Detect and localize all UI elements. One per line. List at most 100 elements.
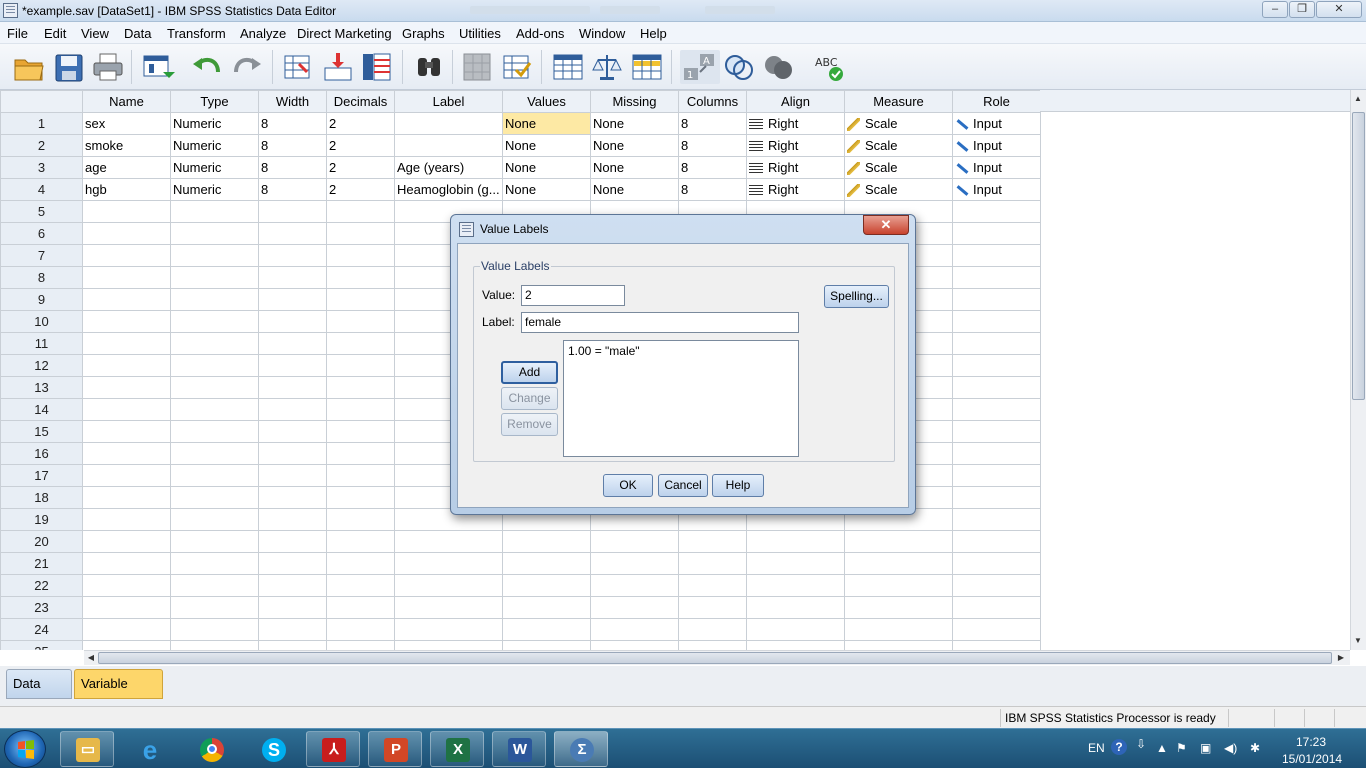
empty-cell[interactable] [258,574,327,597]
empty-cell[interactable] [590,530,679,553]
cell-values[interactable]: None [502,156,591,179]
empty-cell[interactable] [590,618,679,641]
split-file-icon[interactable] [551,50,585,84]
empty-cell[interactable] [502,574,591,597]
print-icon[interactable] [91,50,125,84]
menu-transform[interactable]: Transform [167,26,226,41]
menu-graphs[interactable]: Graphs [402,26,445,41]
empty-cell[interactable] [746,574,845,597]
variables-icon[interactable] [360,50,394,84]
empty-cell[interactable] [844,574,953,597]
empty-cell[interactable] [678,574,747,597]
horizontal-scroll-thumb[interactable] [98,652,1332,664]
row-number[interactable]: 14 [0,398,83,421]
taskbar-powerpoint[interactable]: P [368,731,422,767]
empty-cell[interactable] [394,618,503,641]
cell-width[interactable]: 8 [258,178,327,201]
empty-cell[interactable] [952,574,1041,597]
empty-cell[interactable] [258,332,327,355]
empty-cell[interactable] [952,376,1041,399]
help-button[interactable]: Help [712,474,764,497]
empty-cell[interactable] [952,420,1041,443]
empty-cell[interactable] [502,618,591,641]
empty-cell[interactable] [258,376,327,399]
empty-cell[interactable] [82,420,171,443]
column-header-decimals[interactable]: Decimals [326,90,395,113]
empty-cell[interactable] [82,288,171,311]
cell-type[interactable]: Numeric [170,112,259,135]
empty-cell[interactable] [502,530,591,553]
show-hidden-icons-icon[interactable]: ▲ [1156,741,1168,768]
empty-cell[interactable] [844,530,953,553]
cell-align[interactable]: Right [746,178,845,201]
cell-columns[interactable]: 8 [678,156,747,179]
empty-cell[interactable] [502,552,591,575]
taskbar-internet-explorer[interactable]: e [122,731,176,767]
cell-decimals[interactable]: 2 [326,178,395,201]
empty-cell[interactable] [590,640,679,650]
empty-cell[interactable] [844,618,953,641]
empty-cell[interactable] [82,398,171,421]
column-header-values[interactable]: Values [502,90,591,113]
menu-view[interactable]: View [81,26,109,41]
menu-file[interactable]: File [7,26,28,41]
cell-role[interactable]: Input [952,112,1041,135]
cell-align[interactable]: Right [746,156,845,179]
scroll-right-arrow-icon[interactable]: ▶ [1334,651,1348,665]
empty-cell[interactable] [952,200,1041,223]
menu-direct-marketing[interactable]: Direct Marketing [297,26,392,41]
row-number[interactable]: 25 [0,640,83,650]
row-number[interactable]: 11 [0,332,83,355]
select-cases-icon[interactable] [630,50,664,84]
row-number[interactable]: 17 [0,464,83,487]
row-number[interactable]: 24 [0,618,83,641]
cell-label[interactable] [394,134,503,157]
row-number[interactable]: 13 [0,376,83,399]
empty-cell[interactable] [952,332,1041,355]
cell-width[interactable]: 8 [258,112,327,135]
vertical-scrollbar[interactable]: ▲ ▼ [1350,90,1366,650]
cell-label[interactable]: Age (years) [394,156,503,179]
empty-cell[interactable] [170,530,259,553]
action-center-flag-icon[interactable]: ⚑ [1176,741,1187,768]
empty-cell[interactable] [326,332,395,355]
cell-name[interactable]: age [82,156,171,179]
cell-role[interactable]: Input [952,134,1041,157]
empty-cell[interactable] [326,552,395,575]
column-header-type[interactable]: Type [170,90,259,113]
cell-name[interactable]: sex [82,112,171,135]
empty-cell[interactable] [258,354,327,377]
taskbar-chrome[interactable] [184,731,238,767]
empty-cell[interactable] [678,618,747,641]
empty-cell[interactable] [952,288,1041,311]
cell-measure[interactable]: Scale [844,112,953,135]
empty-cell[interactable] [82,354,171,377]
menu-add-ons[interactable]: Add-ons [516,26,564,41]
empty-cell[interactable] [502,640,591,650]
empty-cell[interactable] [326,376,395,399]
scroll-down-arrow-icon[interactable]: ▼ [1351,634,1365,648]
row-number[interactable]: 5 [0,200,83,223]
network-icon[interactable]: ▣ [1200,741,1211,768]
column-header-label[interactable]: Label [394,90,503,113]
empty-cell[interactable] [170,464,259,487]
recall-dialog-icon[interactable] [141,50,175,84]
empty-cell[interactable] [326,486,395,509]
empty-cell[interactable] [326,530,395,553]
taskbar-spss[interactable]: Σ [554,731,608,767]
cell-decimals[interactable]: 2 [326,112,395,135]
empty-cell[interactable] [82,530,171,553]
empty-cell[interactable] [952,244,1041,267]
empty-cell[interactable] [170,640,259,650]
empty-cell[interactable] [170,552,259,575]
empty-cell[interactable] [170,442,259,465]
menu-edit[interactable]: Edit [44,26,66,41]
vertical-scroll-thumb[interactable] [1352,112,1365,400]
empty-cell[interactable] [326,596,395,619]
cell-measure[interactable]: Scale [844,156,953,179]
empty-cell[interactable] [82,640,171,650]
open-icon[interactable] [12,50,46,84]
cell-decimals[interactable]: 2 [326,134,395,157]
device-icon[interactable]: ✱ [1250,741,1260,768]
taskbar-word[interactable]: W [492,731,546,767]
